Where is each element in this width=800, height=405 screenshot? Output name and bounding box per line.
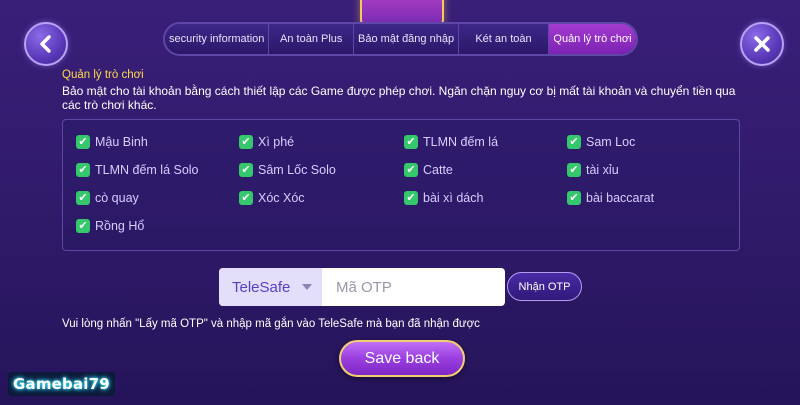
tab-an-toan-plus[interactable]: An toàn Plus	[269, 24, 355, 54]
section-description: Bảo mật cho tài khoản bằng cách thiết lậ…	[62, 84, 736, 112]
tab-bao-mat-dang-nhap[interactable]: Bảo mật đăng nhập	[354, 24, 460, 54]
checkmark-icon: ✔	[239, 135, 253, 149]
game-label: Catte	[423, 163, 453, 177]
brand-watermark: Gamebai79	[8, 372, 115, 396]
game-label: cò quay	[95, 191, 139, 205]
game-label: Xóc Xóc	[258, 191, 305, 205]
checkmark-icon: ✔	[567, 135, 581, 149]
section-title: Quản lý trò chơi	[62, 69, 144, 81]
save-back-button[interactable]: Save back	[339, 340, 465, 377]
otp-method-value: TeleSafe	[232, 278, 291, 296]
game-checkbox-catte[interactable]: ✔ Catte	[404, 163, 453, 177]
back-button[interactable]	[24, 22, 68, 66]
get-otp-button[interactable]: Nhận OTP	[507, 272, 582, 301]
checkmark-icon: ✔	[567, 163, 581, 177]
game-checkbox-tai-xiu[interactable]: ✔ tài xỉu	[567, 163, 619, 177]
checkmark-icon: ✔	[404, 135, 418, 149]
game-checkbox-xoc-xoc[interactable]: ✔ Xóc Xóc	[239, 191, 305, 205]
game-label: Sâm Lốc Solo	[258, 163, 336, 177]
tab-security-information[interactable]: security information	[165, 24, 270, 54]
checkmark-icon: ✔	[404, 191, 418, 205]
game-checkbox-tlmn-dem-la[interactable]: ✔ TLMN đếm lá	[404, 135, 498, 149]
otp-input[interactable]: Mã OTP	[322, 268, 505, 306]
otp-hint: Vui lòng nhấn "Lấy mã OTP" và nhập mã gắ…	[62, 318, 480, 330]
tab-ket-an-toan[interactable]: Két an toàn	[459, 24, 549, 54]
game-checkbox-sam-loc-solo[interactable]: ✔ Sâm Lốc Solo	[239, 163, 336, 177]
game-label: Mậu Binh	[95, 135, 148, 149]
tab-quan-ly-tro-choi[interactable]: Quản lý trò chơi	[548, 24, 636, 54]
game-checkbox-xi-phe[interactable]: ✔ Xì phé	[239, 135, 294, 149]
caret-down-icon	[302, 284, 312, 290]
game-label: bài baccarat	[586, 191, 655, 205]
game-checkbox-sam-loc[interactable]: ✔ Sam Loc	[567, 135, 635, 149]
game-checkbox-tlmn-dem-la-solo[interactable]: ✔ TLMN đếm lá Solo	[76, 163, 199, 177]
game-label: Xì phé	[258, 135, 295, 149]
game-label: TLMN đếm lá	[423, 135, 499, 149]
game-checkbox-bai-xi-dach[interactable]: ✔ bài xì dách	[404, 191, 483, 205]
checkmark-icon: ✔	[76, 163, 90, 177]
tab-bar: security information An toàn Plus Bảo mậ…	[163, 22, 638, 56]
game-checkbox-bai-baccarat[interactable]: ✔ bài baccarat	[567, 191, 654, 205]
game-label: Rồng Hổ	[95, 219, 145, 233]
game-label: Sam Loc	[586, 135, 636, 149]
games-panel: ✔ Mậu Binh ✔ Xì phé ✔ TLMN đếm lá ✔ Sam …	[62, 119, 740, 251]
checkmark-icon: ✔	[76, 191, 90, 205]
checkmark-icon: ✔	[76, 219, 90, 233]
otp-method-select[interactable]: TeleSafe	[219, 268, 322, 306]
game-label: TLMN đếm lá Solo	[95, 163, 199, 177]
game-label: bài xì dách	[423, 191, 484, 205]
checkmark-icon: ✔	[404, 163, 418, 177]
checkmark-icon: ✔	[76, 135, 90, 149]
game-checkbox-mau-binh[interactable]: ✔ Mậu Binh	[76, 135, 148, 149]
close-icon	[754, 36, 770, 52]
otp-group: TeleSafe Mã OTP	[219, 268, 505, 306]
game-checkbox-rong-ho[interactable]: ✔ Rồng Hổ	[76, 219, 144, 233]
game-checkbox-co-quay[interactable]: ✔ cò quay	[76, 191, 139, 205]
game-label: tài xỉu	[586, 163, 619, 177]
close-button[interactable]	[740, 22, 784, 66]
checkmark-icon: ✔	[239, 191, 253, 205]
chevron-left-icon	[40, 35, 51, 53]
checkmark-icon: ✔	[567, 191, 581, 205]
checkmark-icon: ✔	[239, 163, 253, 177]
otp-placeholder: Mã OTP	[336, 278, 392, 296]
